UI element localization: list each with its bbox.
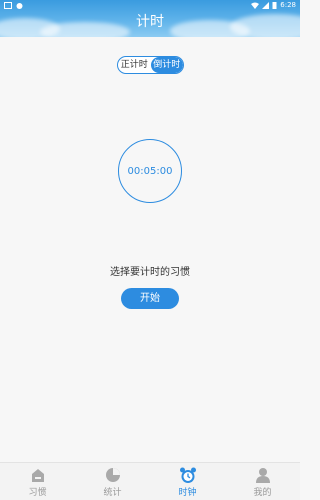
habit-prompt: 选择要计时的习惯: [110, 267, 190, 278]
timer-mode-toggle[interactable]: 正计时 倒计时: [117, 56, 184, 74]
tab-clock[interactable]: 时钟: [150, 463, 225, 500]
mode-option-countdown[interactable]: 倒计时: [150, 57, 183, 73]
photo-icon: [4, 1, 12, 9]
tab-profile[interactable]: 我的: [225, 463, 300, 500]
home-icon: [29, 466, 47, 484]
tab-label: 时钟: [178, 488, 197, 498]
tab-label: 统计: [103, 488, 122, 498]
timer-display[interactable]: 00:05:00: [118, 139, 182, 203]
person-icon: [254, 466, 272, 484]
signal-icon: [262, 1, 270, 9]
wifi-icon: [251, 2, 260, 9]
header-bar: 6:28 计时: [0, 0, 300, 37]
tab-statistics[interactable]: 统计: [75, 463, 150, 500]
tab-label: 习惯: [28, 488, 47, 498]
start-button[interactable]: 开始: [121, 288, 179, 309]
status-bar: 6:28: [0, 0, 300, 10]
page-title: 计时: [136, 14, 164, 30]
mode-option-count-up[interactable]: 正计时: [118, 57, 151, 73]
tab-label: 我的: [253, 488, 272, 498]
pie-chart-icon: [104, 466, 122, 484]
tab-habits[interactable]: 习惯: [0, 463, 75, 500]
alarm-clock-icon: [179, 466, 197, 484]
android-icon: [16, 2, 23, 9]
status-time: 6:28: [280, 1, 296, 9]
bottom-tab-bar: 习惯 统计 时钟 我的: [0, 462, 300, 500]
battery-icon: [272, 2, 277, 9]
